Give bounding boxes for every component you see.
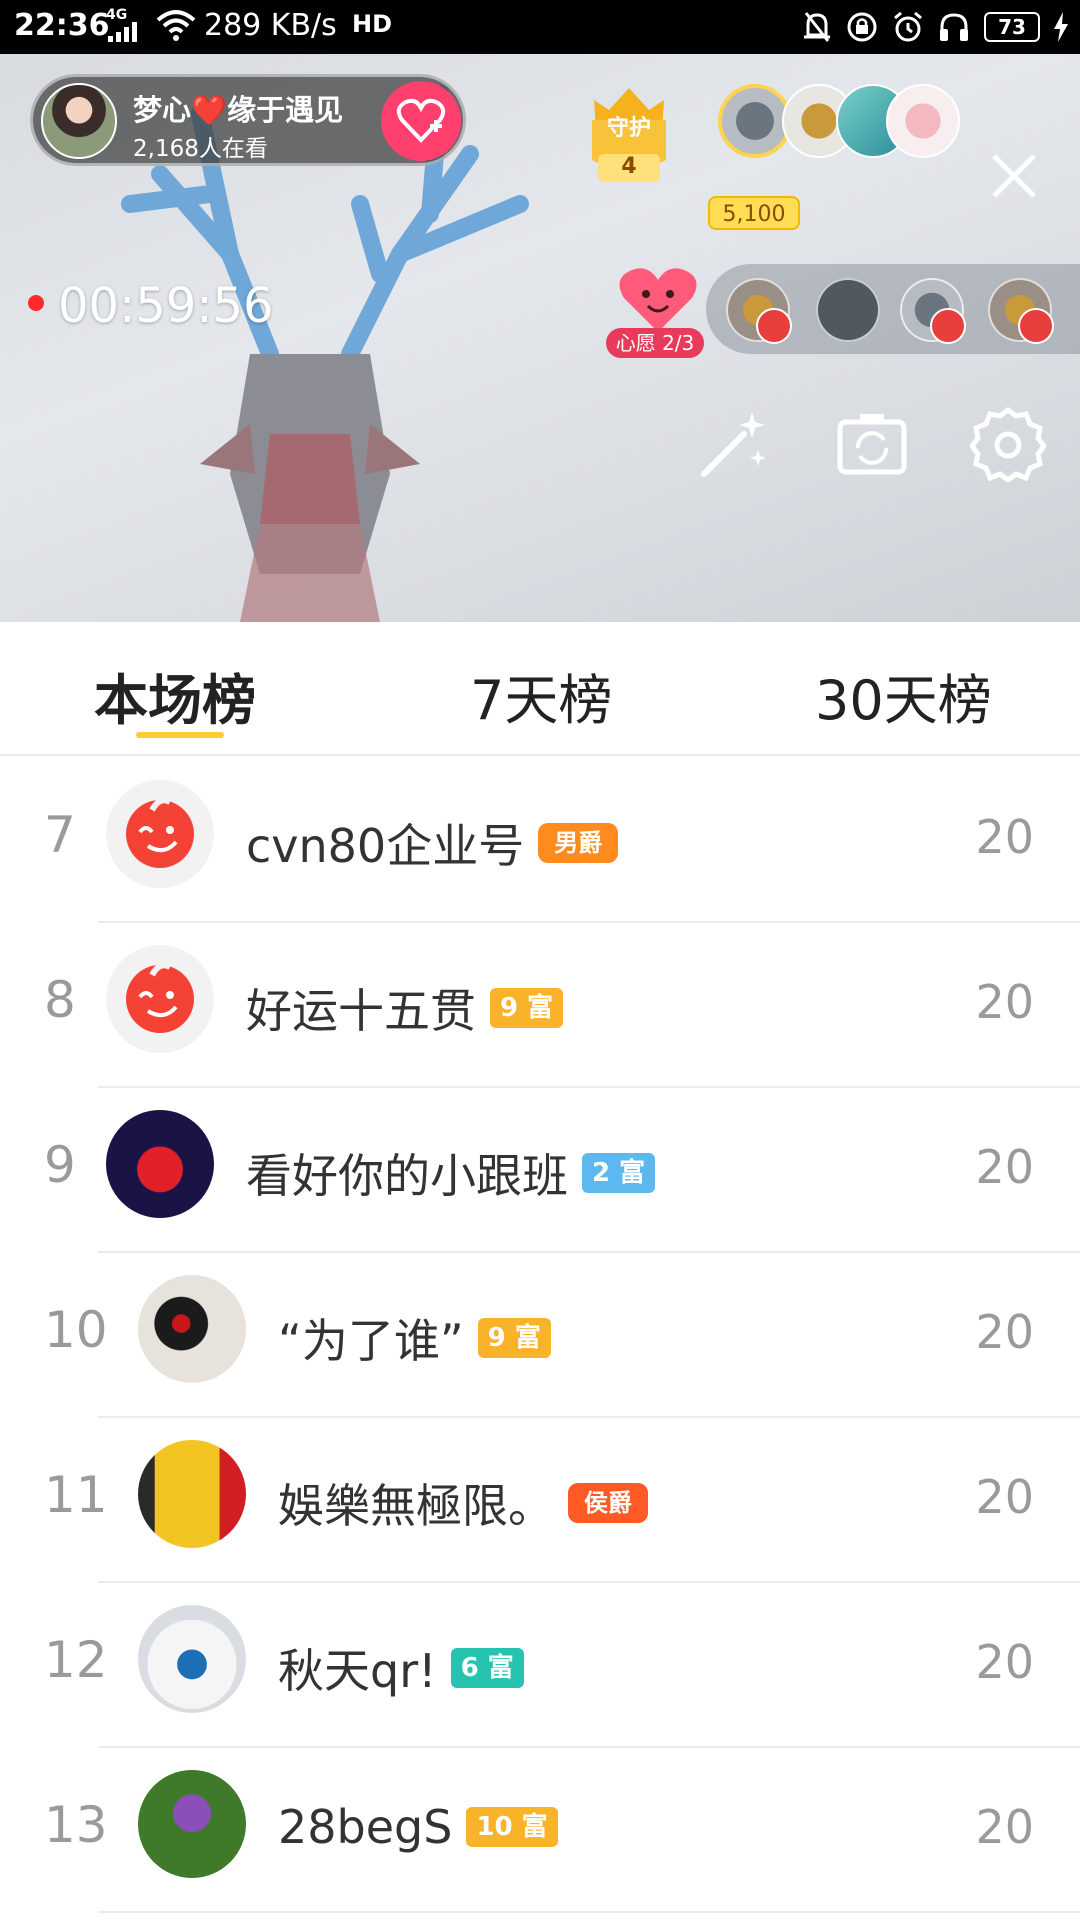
status-bar: 22:36 4G 289 KB/s HD 73 [0,0,1080,54]
host-name: 梦心❤️缘于遇见 [133,93,344,127]
camera-switch-icon[interactable] [834,406,910,482]
user-name: 28begS [278,1800,453,1854]
network-speed: 289 KB/s [204,8,337,43]
rank-number: 9 [44,1136,76,1194]
contribution-score: 20 [975,1800,1034,1854]
tab-7-days[interactable]: 7天榜 [470,656,612,735]
wealth-level-badge: 6 富 [450,1648,524,1688]
user-name: 看好你的小跟班 [246,1149,568,1203]
host-avatar[interactable] [41,83,117,159]
user-name: 好运十五贯 [246,984,476,1038]
wish-heart-icon[interactable] [616,264,700,336]
wifi-icon [156,10,196,41]
battery-icon: 73 [984,12,1040,42]
charging-icon [1054,12,1068,42]
user-name: 娛樂無極限。 [278,1479,554,1533]
user-name: “为了谁” [278,1314,464,1368]
host-info-pill[interactable]: 梦心❤️缘于遇见 2,168人在看 [30,74,466,166]
user-avatar[interactable] [106,1110,214,1218]
ranking-row[interactable]: 12 秋天qr! 6 富 20 [0,1583,1080,1748]
top-viewer-1-avatar[interactable] [718,84,792,158]
alarm-icon [894,11,922,42]
headphones-icon [940,13,968,41]
sofa-icon [1018,308,1054,344]
rank-number: 7 [44,806,76,864]
mic-seat-4[interactable] [988,278,1054,344]
mute-bell-icon [804,12,830,42]
sofa-icon [930,308,966,344]
wealth-level-badge: 2 富 [582,1153,656,1193]
contribution-score: 20 [975,1140,1034,1194]
user-avatar[interactable] [106,945,214,1053]
user-avatar[interactable] [138,1605,246,1713]
rank-number: 8 [44,971,76,1029]
live-dot-icon [28,295,44,311]
ranking-list: 7 cvn80企业号 男爵 20 8 好运十五贯 9 富 20 9 看好你的小跟班 2 富 20 10 “… [0,758,1080,1913]
user-name: cvn80企业号 [246,819,525,873]
noble-title-badge: 男爵 [538,823,619,863]
sofa-icon [756,308,792,344]
guard-label: 守护 [606,116,651,141]
guard-badge[interactable]: 守护 4 [584,80,674,190]
lock-rotation-icon [847,12,877,42]
tab-current-session[interactable]: 本场榜 [94,656,256,735]
default-avatar-icon [126,962,194,1033]
wealth-level-badge: 9 富 [477,1318,551,1358]
top-viewer-4-avatar[interactable] [886,84,960,158]
contribution-score: 20 [975,1305,1034,1359]
top-contributor-score: 5,100 [708,196,800,230]
user-avatar[interactable] [138,1275,246,1383]
heart-plus-icon [396,98,446,143]
user-avatar[interactable] [138,1440,246,1548]
beauty-wand-icon[interactable] [696,406,772,482]
contribution-score: 20 [975,975,1034,1029]
tab-30-days[interactable]: 30天榜 [815,656,992,735]
ranking-tabs: 本场榜 7天榜 30天榜 [0,622,1080,756]
close-icon[interactable] [988,150,1040,202]
live-video[interactable]: 梦心❤️缘于遇见 2,168人在看 守护 4 5,100 00:59:56 心愿… [0,54,1080,622]
viewer-count: 2,168人在看 [133,136,268,162]
user-avatar[interactable] [106,780,214,888]
rank-number: 12 [44,1631,108,1689]
ranking-row[interactable]: 13 28begS 10 富 20 [0,1748,1080,1913]
wealth-level-badge: 9 富 [490,988,564,1028]
wealth-level-badge: 10 富 [466,1807,558,1847]
status-time: 22:36 [14,8,110,43]
noble-title-badge: 侯爵 [568,1483,648,1523]
ranking-row[interactable]: 7 cvn80企业号 男爵 20 [0,758,1080,923]
hd-icon: HD [352,10,393,38]
rank-number: 10 [44,1301,108,1359]
guard-count: 4 [621,154,637,179]
wish-progress[interactable]: 心愿 2/3 [606,328,704,358]
signal-icon [108,22,137,42]
contribution-score: 20 [975,1635,1034,1689]
mic-seats-bar: 心愿 2/3 [606,264,1080,358]
rank-number: 11 [44,1466,108,1524]
ranking-row[interactable]: 8 好运十五贯 9 富 20 [0,923,1080,1088]
user-name: 秋天qr! [278,1644,437,1698]
mic-seat-1[interactable] [726,278,792,344]
contribution-score: 20 [975,1470,1034,1524]
user-avatar[interactable] [138,1770,246,1878]
ranking-row[interactable]: 11 娛樂無極限。 侯爵 20 [0,1418,1080,1583]
mic-seat-2[interactable] [816,278,880,342]
follow-button[interactable] [381,81,461,161]
ranking-row[interactable]: 9 看好你的小跟班 2 富 20 [0,1088,1080,1253]
network-type: 4G [106,7,128,23]
ranking-row[interactable]: 10 “为了谁” 9 富 20 [0,1253,1080,1418]
rank-number: 13 [44,1796,108,1854]
mic-seat-3[interactable] [900,278,966,344]
settings-gear-icon[interactable] [970,406,1046,482]
live-timer: 00:59:56 [28,278,274,334]
active-tab-indicator [136,732,224,738]
contribution-score: 20 [975,810,1034,864]
default-avatar-icon [126,797,194,868]
